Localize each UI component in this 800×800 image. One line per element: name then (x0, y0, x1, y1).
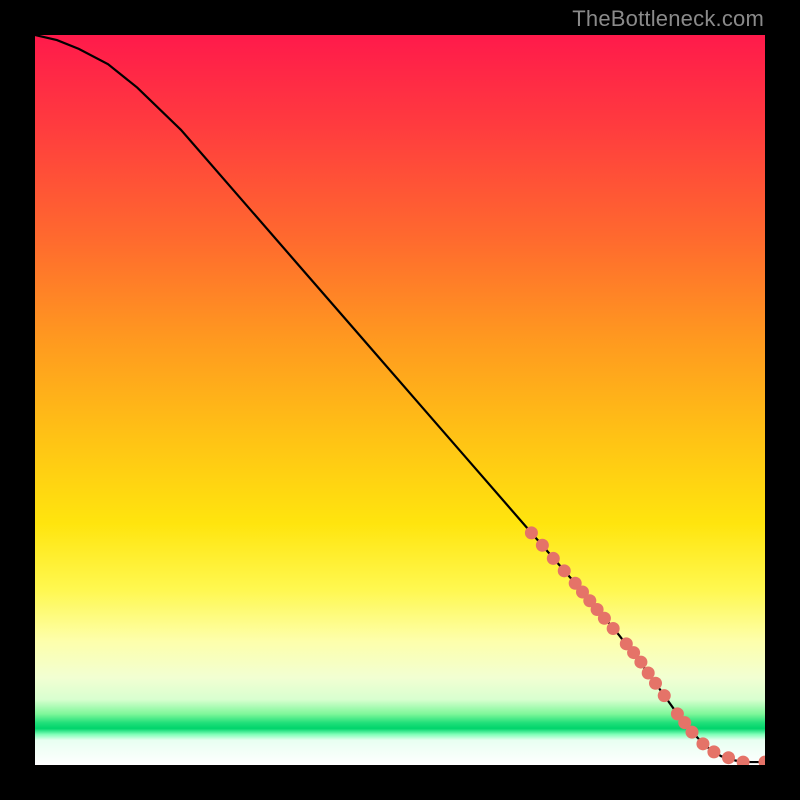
curve-marker (634, 656, 647, 669)
curve-marker (576, 585, 589, 598)
curve-marker (598, 612, 611, 625)
curve-marker (642, 667, 655, 680)
curve-marker (583, 594, 596, 607)
curve-marker (536, 539, 549, 552)
curve-marker (627, 646, 640, 659)
curve-marker (759, 756, 766, 765)
plot-area (35, 35, 765, 765)
curve-marker (607, 622, 620, 635)
chart-stage: TheBottleneck.com (0, 0, 800, 800)
curve-marker (722, 751, 735, 764)
curve-markers (525, 526, 765, 765)
curve-marker (569, 577, 582, 590)
curve-marker (671, 707, 684, 720)
watermark-text: TheBottleneck.com (572, 6, 764, 32)
curve-marker (686, 726, 699, 739)
curve-marker (547, 552, 560, 565)
curve-layer (35, 35, 765, 765)
curve-marker (707, 745, 720, 758)
main-curve (35, 35, 765, 762)
curve-marker (591, 603, 604, 616)
curve-marker (620, 637, 633, 650)
curve-marker (696, 737, 709, 750)
curve-marker (649, 677, 662, 690)
curve-marker (737, 756, 750, 765)
curve-marker (658, 689, 671, 702)
curve-marker (558, 564, 571, 577)
curve-marker (525, 526, 538, 539)
curve-marker (678, 716, 691, 729)
